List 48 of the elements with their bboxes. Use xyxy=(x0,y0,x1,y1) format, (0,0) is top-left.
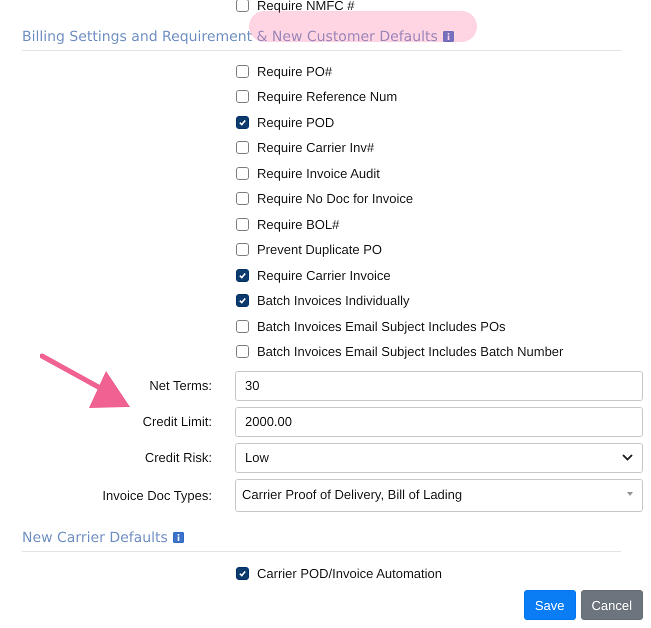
checkbox-label: Batch Invoices Email Subject Includes Batch Number xyxy=(257,344,564,360)
info-icon xyxy=(172,532,184,543)
input-field[interactable]: 2000.00 xyxy=(235,406,643,436)
checkmark-icon xyxy=(238,296,247,306)
checkbox[interactable] xyxy=(236,64,249,78)
checkbox[interactable] xyxy=(236,243,249,256)
checkbox[interactable] xyxy=(236,345,249,358)
checkbox[interactable] xyxy=(236,90,249,104)
field-label: Credit Risk: xyxy=(144,450,212,465)
checkbox[interactable] xyxy=(236,166,249,180)
field-label: Net Terms: xyxy=(148,378,212,393)
checkbox-label: Batch Invoices Email Subject Includes POs xyxy=(257,318,506,334)
checkbox-label: Carrier POD/Invoice Automation xyxy=(257,566,442,581)
checkbox-label: Require No Doc for Invoice xyxy=(257,191,414,206)
checkbox-label: Prevent Duplicate PO xyxy=(257,242,382,258)
checkbox[interactable] xyxy=(236,320,249,333)
multiselect-field[interactable]: Carrier Proof of Delivery, Bill of Lading xyxy=(235,478,643,512)
checkbox-label: Require PO# xyxy=(257,64,332,79)
checkbox-label: Require Carrier Invoice xyxy=(257,268,391,283)
section-title: Billing Settings and Requirement & New Customer Defaults xyxy=(22,28,438,44)
checkbox[interactable] xyxy=(236,268,249,282)
checkbox[interactable] xyxy=(236,566,249,580)
field-label: Credit Limit: xyxy=(142,414,212,429)
save-button[interactable]: Save xyxy=(524,590,576,620)
checkbox-label: Require Reference Num xyxy=(257,89,398,104)
checkmark-icon xyxy=(238,568,247,578)
chevron-icon xyxy=(622,454,633,461)
checkbox[interactable] xyxy=(236,141,249,154)
cancel-button[interactable]: Cancel xyxy=(580,590,643,620)
select-field[interactable]: Low xyxy=(235,442,643,472)
checkbox-label: Batch Invoices Individually xyxy=(257,293,410,308)
checkbox[interactable] xyxy=(236,0,249,12)
section-title: New Carrier Defaults xyxy=(22,530,168,546)
checkmark-icon xyxy=(238,270,247,280)
checkbox-label: Require NMFC # xyxy=(257,0,355,14)
checkbox-label: Require POD xyxy=(257,114,334,130)
checkbox-label: Require BOL# xyxy=(257,216,340,232)
checkmark-icon xyxy=(238,118,247,127)
input-field[interactable]: 30 xyxy=(235,370,643,400)
info-icon xyxy=(442,31,454,42)
checkbox[interactable] xyxy=(236,116,249,129)
checkbox-label: Require Carrier Inv# xyxy=(257,140,374,156)
checkbox[interactable] xyxy=(236,294,249,308)
checkbox-label: Require Invoice Audit xyxy=(257,166,380,181)
caret-icon xyxy=(627,492,633,496)
field-label: Invoice Doc Types: xyxy=(101,488,212,502)
checkbox[interactable] xyxy=(236,192,249,206)
checkbox[interactable] xyxy=(236,218,249,231)
